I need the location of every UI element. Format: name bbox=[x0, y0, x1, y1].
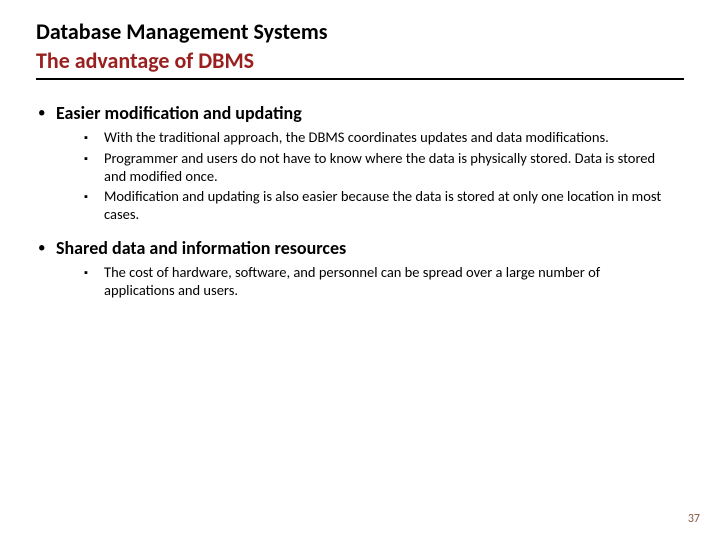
bullet-dot-icon: • bbox=[36, 237, 56, 259]
bullet-level2: ▪ The cost of hardware, software, and pe… bbox=[84, 263, 672, 299]
bullet-level2-text: Modification and updating is also easier… bbox=[104, 187, 672, 223]
bullet-square-icon: ▪ bbox=[84, 149, 104, 168]
bullet-level2-text: Programmer and users do not have to know… bbox=[104, 149, 672, 185]
bullet-level2-text: The cost of hardware, software, and pers… bbox=[104, 263, 672, 299]
bullet-square-icon: ▪ bbox=[84, 128, 104, 147]
slide-title: Database Management Systems bbox=[36, 18, 684, 45]
bullet-level2: ▪ Programmer and users do not have to kn… bbox=[84, 149, 672, 185]
slide-subtitle: The advantage of DBMS bbox=[36, 47, 684, 74]
bullet-level1-text: Easier modification and updating bbox=[56, 102, 302, 124]
bullet-square-icon: ▪ bbox=[84, 263, 104, 282]
bullet-level2: ▪ With the traditional approach, the DBM… bbox=[84, 128, 672, 147]
bullet-level1: • Easier modification and updating bbox=[36, 102, 672, 124]
bullet-level2: ▪ Modification and updating is also easi… bbox=[84, 187, 672, 223]
title-divider bbox=[36, 78, 684, 80]
bullet-level2-text: With the traditional approach, the DBMS … bbox=[104, 128, 609, 146]
slide-body: • Easier modification and updating ▪ Wit… bbox=[36, 102, 684, 299]
bullet-level1-text: Shared data and information resources bbox=[56, 237, 346, 259]
page-number: 37 bbox=[688, 512, 700, 526]
bullet-dot-icon: • bbox=[36, 102, 56, 124]
bullet-square-icon: ▪ bbox=[84, 187, 104, 206]
bullet-level1: • Shared data and information resources bbox=[36, 237, 672, 259]
